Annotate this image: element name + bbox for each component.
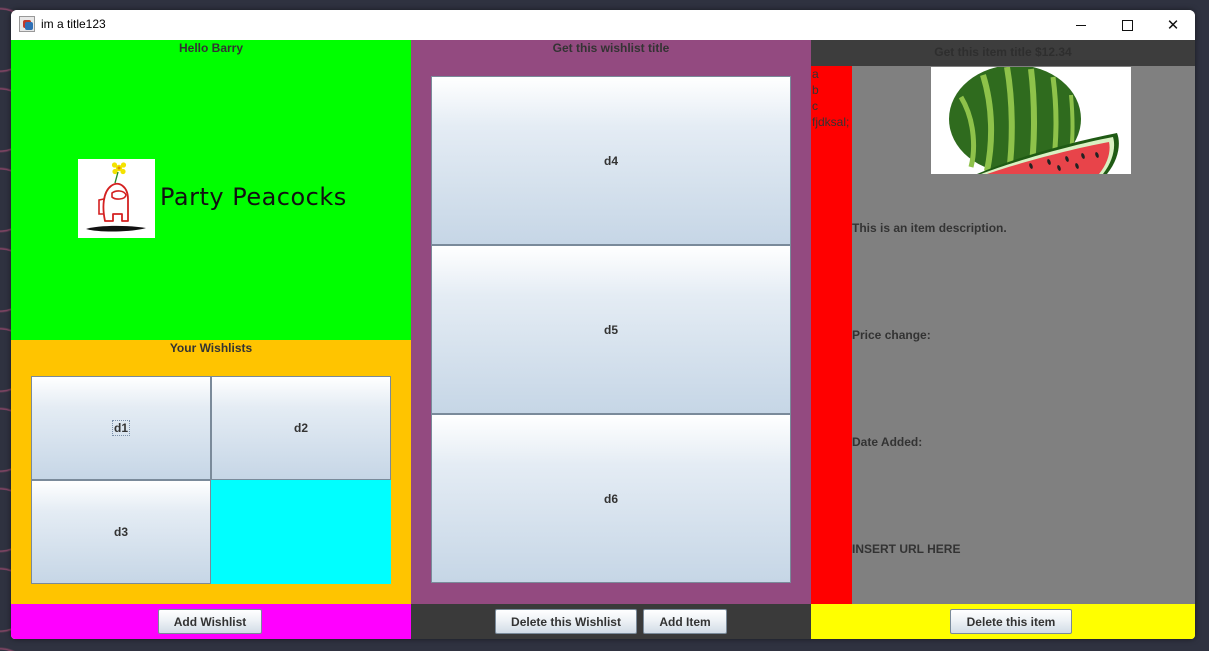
delete-item-button[interactable]: Delete this item (950, 609, 1072, 634)
window-title: im a title123 (41, 17, 106, 31)
wishlist-actions-bar: Delete this Wishlist Add Item (411, 604, 811, 639)
wishlist-button-label: d1 (111, 420, 131, 436)
item-title: Get this item title $12.34 (934, 45, 1072, 59)
minimize-icon (1076, 24, 1086, 26)
wishlist-button-d2[interactable]: d2 (211, 376, 391, 480)
window-content: Hello Barry Party Peacocks Your Wishlist… (11, 40, 1195, 639)
item-button-label: d6 (603, 491, 618, 506)
wishlist-items: d4 d5 d6 (431, 76, 791, 583)
side-list-item: a (812, 67, 819, 81)
side-list-item: fjdksal; (812, 115, 850, 129)
close-icon: ✕ (1166, 15, 1180, 34)
wishlist-button-label: d2 (293, 421, 308, 435)
item-button-label: d5 (603, 322, 618, 337)
add-wishlist-bar: Add Wishlist (11, 604, 411, 639)
party-peacocks-logo (78, 159, 155, 238)
item-button-d6[interactable]: d6 (431, 414, 791, 583)
profile-panel: Hello Barry Party Peacocks (11, 40, 411, 340)
java-app-icon (19, 16, 35, 32)
side-list-item: c (812, 99, 818, 113)
item-details-panel: This is an item description. Price chang… (852, 65, 1195, 604)
item-header: Get this item title $12.34 (811, 40, 1195, 66)
app-window: im a title123 ✕ Hello Barry Party Peacoc… (11, 10, 1195, 639)
item-button-label: d4 (603, 153, 618, 168)
delete-wishlist-button[interactable]: Delete this Wishlist (495, 609, 637, 634)
add-item-button[interactable]: Add Item (643, 609, 727, 634)
item-button-d4[interactable]: d4 (431, 76, 791, 245)
item-url[interactable]: INSERT URL HERE (852, 542, 960, 556)
wishlist-title: Get this wishlist title (552, 41, 670, 55)
item-image-watermelon (931, 65, 1131, 174)
minimize-button[interactable] (1058, 10, 1104, 40)
wishlist-button-d3[interactable]: d3 (31, 480, 211, 584)
price-change-label: Price change: (852, 328, 931, 342)
maximize-button[interactable] (1104, 10, 1150, 40)
side-list-panel: a b c fjdksal; (811, 66, 852, 604)
wishlists-panel: Your Wishlists d1 d2 d3 (11, 340, 411, 604)
wishlist-button-label: d3 (113, 525, 128, 539)
maximize-icon (1121, 19, 1133, 31)
item-description: This is an item description. (852, 221, 1007, 235)
brand-name: Party Peacocks (160, 183, 347, 211)
wishlist-panel: Get this wishlist title d4 d5 d6 (411, 40, 811, 604)
wishlist-button-d1[interactable]: d1 (31, 376, 211, 480)
item-button-d5[interactable]: d5 (431, 245, 791, 414)
wishlists-heading: Your Wishlists (169, 341, 253, 355)
wishlist-grid: d1 d2 d3 (31, 376, 391, 584)
empty-wishlist-cell (211, 480, 391, 584)
side-list-item: b (812, 83, 819, 97)
item-actions-bar: Delete this item (811, 604, 1195, 639)
date-added-label: Date Added: (852, 435, 923, 449)
greeting-label: Hello Barry (178, 41, 244, 55)
close-button[interactable]: ✕ (1150, 10, 1195, 40)
add-wishlist-button[interactable]: Add Wishlist (158, 609, 262, 634)
title-bar: im a title123 ✕ (11, 10, 1195, 40)
